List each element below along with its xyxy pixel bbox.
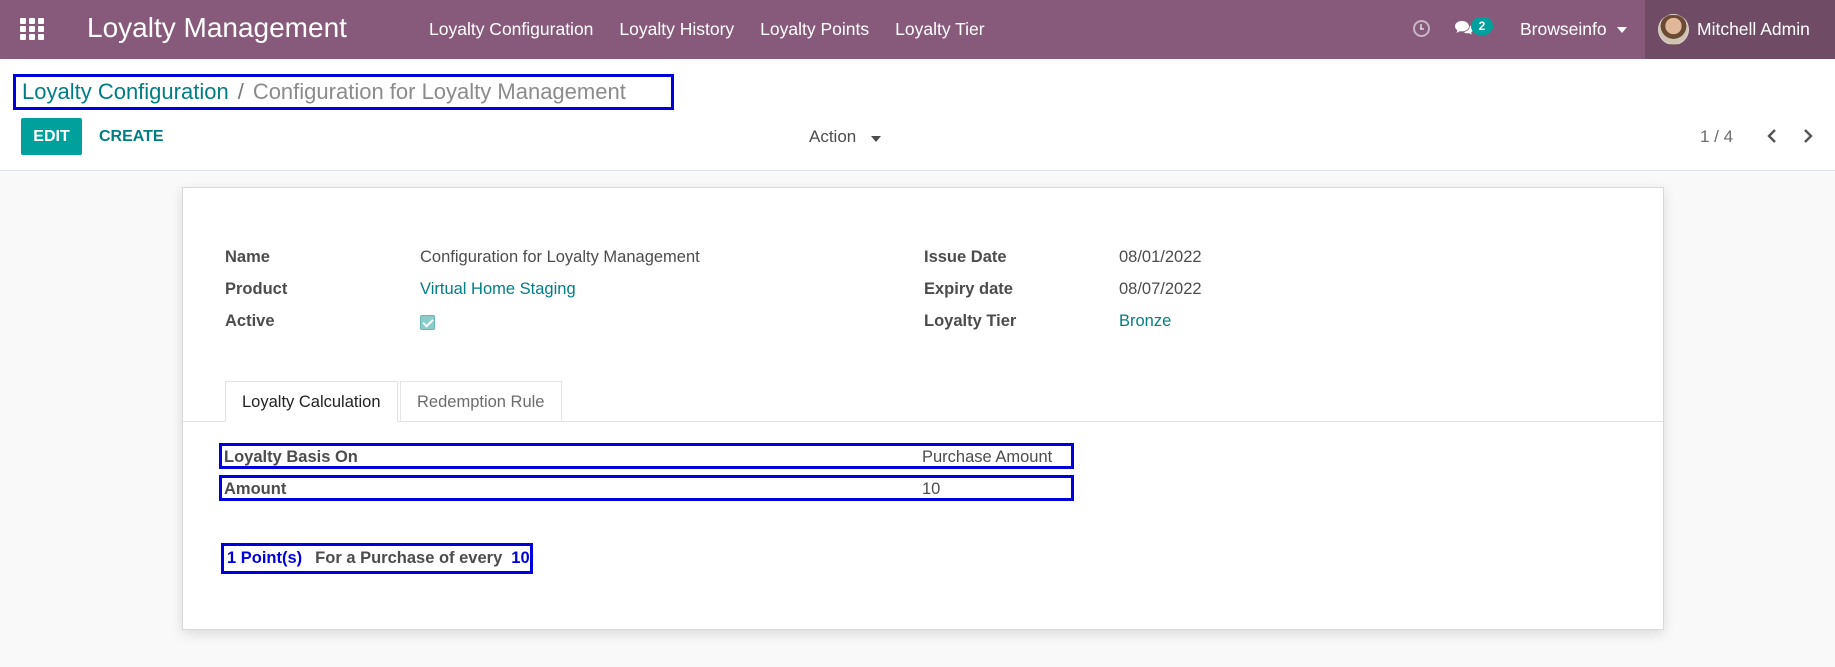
points-text: For a Purchase of every bbox=[315, 549, 503, 567]
user-menu[interactable]: Mitchell Admin bbox=[1645, 0, 1835, 59]
pager-value[interactable]: 1 / 4 bbox=[1700, 118, 1733, 155]
chat-count-badge: 2 bbox=[1471, 17, 1493, 35]
name-value: Configuration for Loyalty Management bbox=[420, 248, 700, 266]
loyalty-tier-link[interactable]: Bronze bbox=[1119, 312, 1171, 331]
menu-item-loyalty-tier[interactable]: Loyalty Tier bbox=[882, 19, 997, 40]
create-button[interactable]: CREATE bbox=[99, 118, 164, 155]
top-navbar: Loyalty Management Loyalty Configuration… bbox=[0, 0, 1835, 59]
issue-date-label: Issue Date bbox=[924, 248, 1007, 266]
active-label: Active bbox=[225, 312, 275, 330]
breadcrumb: Loyalty Configuration / Configuration fo… bbox=[13, 74, 674, 110]
company-name: Browseinfo bbox=[1520, 19, 1607, 39]
activity-clock-icon[interactable] bbox=[1413, 20, 1430, 37]
company-switcher[interactable]: Browseinfo bbox=[1520, 0, 1627, 59]
points-amount: 10 bbox=[511, 549, 530, 567]
tab-redemption-rule[interactable]: Redemption Rule bbox=[400, 381, 562, 422]
amount-value: 10 bbox=[922, 480, 941, 498]
control-panel: Loyalty Configuration / Configuration fo… bbox=[0, 59, 1835, 171]
breadcrumb-current: Configuration for Loyalty Management bbox=[252, 79, 626, 104]
active-checkbox bbox=[420, 315, 435, 330]
action-label: Action bbox=[809, 127, 857, 146]
breadcrumb-separator: / bbox=[237, 79, 244, 104]
apps-menu-icon[interactable] bbox=[20, 18, 46, 42]
pager-previous-icon[interactable] bbox=[1763, 127, 1781, 145]
issue-date-value: 08/01/2022 bbox=[1119, 248, 1202, 266]
amount-row: Amount 10 bbox=[219, 475, 1074, 501]
app-title[interactable]: Loyalty Management bbox=[87, 12, 347, 44]
breadcrumb-parent-link[interactable]: Loyalty Configuration bbox=[22, 79, 229, 105]
form-sheet: Name Configuration for Loyalty Managemen… bbox=[182, 187, 1664, 630]
action-dropdown[interactable]: Action bbox=[809, 118, 881, 155]
points-rule: 1 Point(s) For a Purchase of every 10 bbox=[221, 543, 533, 574]
menu-item-loyalty-points[interactable]: Loyalty Points bbox=[747, 19, 882, 40]
points-value: 1 Point(s) bbox=[227, 549, 303, 567]
loyalty-basis-row: Loyalty Basis On Purchase Amount bbox=[219, 443, 1074, 469]
pager-next-icon[interactable] bbox=[1799, 127, 1817, 145]
name-label: Name bbox=[225, 248, 270, 266]
caret-down-icon bbox=[870, 136, 881, 142]
tab-loyalty-calculation[interactable]: Loyalty Calculation bbox=[225, 381, 398, 422]
edit-button[interactable]: EDIT bbox=[21, 118, 82, 155]
product-label: Product bbox=[225, 280, 288, 298]
amount-label: Amount bbox=[224, 480, 287, 498]
product-link[interactable]: Virtual Home Staging bbox=[420, 280, 576, 299]
loyalty-tier-label: Loyalty Tier bbox=[924, 312, 1017, 330]
menu-item-loyalty-history[interactable]: Loyalty History bbox=[606, 19, 747, 40]
loyalty-basis-label: Loyalty Basis On bbox=[224, 448, 358, 466]
loyalty-basis-value: Purchase Amount bbox=[922, 448, 1053, 466]
main-menu: Loyalty Configuration Loyalty History Lo… bbox=[418, 0, 998, 59]
expiry-date-value: 08/07/2022 bbox=[1119, 280, 1202, 298]
menu-item-loyalty-configuration[interactable]: Loyalty Configuration bbox=[418, 19, 606, 40]
expiry-date-label: Expiry date bbox=[924, 280, 1013, 298]
avatar bbox=[1658, 14, 1689, 45]
user-name: Mitchell Admin bbox=[1697, 19, 1810, 39]
caret-down-icon bbox=[1616, 26, 1627, 33]
